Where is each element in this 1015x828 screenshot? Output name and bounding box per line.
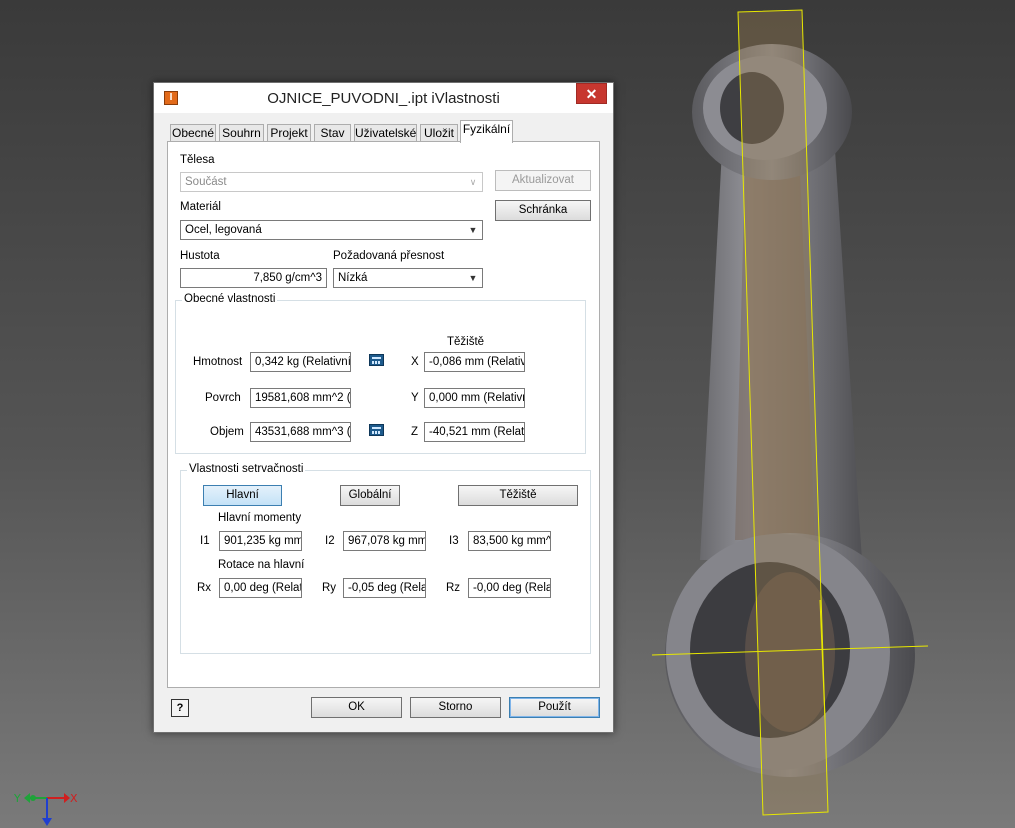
chevron-down-icon: ∨ [469, 177, 477, 187]
triad-y-label: Y [13, 792, 21, 805]
accuracy-combo[interactable]: Nízká ▼ [333, 268, 483, 288]
i2-field[interactable]: 967,078 kg mm [343, 531, 426, 551]
chevron-down-icon: ▼ [468, 225, 478, 235]
material-combo[interactable]: Ocel, legovaná ▼ [180, 220, 483, 240]
physical-tab-page: Tělesa Součást ∨ Aktualizovat Schránka M… [167, 141, 600, 688]
general-properties-title: Obecné vlastnosti [182, 293, 278, 305]
triad-x-label: X [70, 792, 78, 805]
update-button[interactable]: Aktualizovat [495, 170, 591, 191]
apply-button[interactable]: Použít [509, 697, 600, 718]
tab-save[interactable]: Uložit [420, 124, 458, 142]
material-value: Ocel, legovaná [185, 224, 262, 236]
accuracy-value: Nízká [338, 272, 368, 284]
tab-status[interactable]: Stav [314, 124, 351, 142]
density-field[interactable]: 7,850 g/cm^3 [180, 268, 327, 288]
centroid-y-field[interactable]: 0,000 mm (Relativn [424, 388, 525, 408]
x-label: X [411, 356, 419, 368]
centroid-button[interactable]: Těžiště [458, 485, 578, 506]
tab-summary[interactable]: Souhrn [219, 124, 264, 142]
connecting-rod-model[interactable] [651, 9, 929, 816]
chevron-down-icon: ▼ [468, 273, 478, 283]
mass-label: Hmotnost [193, 356, 243, 368]
ok-button[interactable]: OK [311, 697, 402, 718]
tab-custom[interactable]: Uživatelské [354, 124, 417, 142]
density-label: Hustota [180, 250, 220, 262]
principal-button[interactable]: Hlavní [203, 485, 282, 506]
volume-field[interactable]: 43531,688 mm^3 ( [250, 422, 351, 442]
material-label: Materiál [180, 201, 221, 213]
accuracy-label: Požadovaná přesnost [333, 250, 445, 262]
centroid-z-field[interactable]: -40,521 mm (Relati [424, 422, 525, 442]
bodies-combo[interactable]: Součást ∨ [180, 172, 483, 192]
rz-label: Rz [446, 582, 461, 594]
i1-label: I1 [200, 535, 210, 547]
centroid-title: Těžiště [447, 336, 485, 348]
help-button[interactable]: ? [171, 699, 189, 717]
centroid-x-field[interactable]: -0,086 mm (Relativ [424, 352, 525, 372]
area-field[interactable]: 19581,608 mm^2 ( [250, 388, 351, 408]
clipboard-button[interactable]: Schránka [495, 200, 591, 221]
i1-field[interactable]: 901,235 kg mm [219, 531, 302, 551]
z-label: Z [411, 426, 419, 438]
close-button[interactable]: ✕ [576, 83, 607, 104]
global-button[interactable]: Globální [340, 485, 400, 506]
calculator-icon[interactable] [369, 424, 384, 436]
calculator-icon[interactable] [369, 354, 384, 366]
cancel-button[interactable]: Storno [410, 697, 501, 718]
i3-label: I3 [449, 535, 459, 547]
tab-project[interactable]: Projekt [267, 124, 311, 142]
rotation-title: Rotace na hlavní [218, 559, 305, 571]
tab-general[interactable]: Obecné [170, 124, 216, 142]
inertial-properties-title: Vlastnosti setrvačnosti [187, 463, 306, 475]
i2-label: I2 [325, 535, 335, 547]
area-label: Povrch [205, 392, 241, 404]
inertial-properties-group: Vlastnosti setrvačnosti Hlavní Globální … [180, 463, 591, 654]
ry-label: Ry [322, 582, 337, 594]
view-triad[interactable]: X Y [13, 792, 78, 826]
rx-label: Rx [197, 582, 212, 594]
title-bar[interactable]: I OJNICE_PUVODNI_.ipt iVlastnosti ✕ [154, 83, 613, 113]
rz-field[interactable]: -0,00 deg (Rela [468, 578, 551, 598]
mass-field[interactable]: 0,342 kg (Relativní [250, 352, 351, 372]
general-properties-group: Obecné vlastnosti Těžiště Hmotnost 0,342… [175, 293, 586, 454]
i3-field[interactable]: 83,500 kg mm^ [468, 531, 551, 551]
principal-moments-title: Hlavní momenty [218, 512, 302, 524]
dialog-title: OJNICE_PUVODNI_.ipt iVlastnosti [267, 90, 500, 107]
rx-field[interactable]: 0,00 deg (Relat [219, 578, 302, 598]
volume-label: Objem [210, 426, 244, 438]
bodies-value: Součást [185, 176, 227, 188]
y-label: Y [411, 392, 419, 404]
ry-field[interactable]: -0,05 deg (Rela [343, 578, 426, 598]
iproperties-dialog: I OJNICE_PUVODNI_.ipt iVlastnosti ✕ Obec… [153, 82, 614, 733]
bodies-label: Tělesa [180, 154, 215, 166]
tab-physical[interactable]: Fyzikální [460, 120, 513, 143]
